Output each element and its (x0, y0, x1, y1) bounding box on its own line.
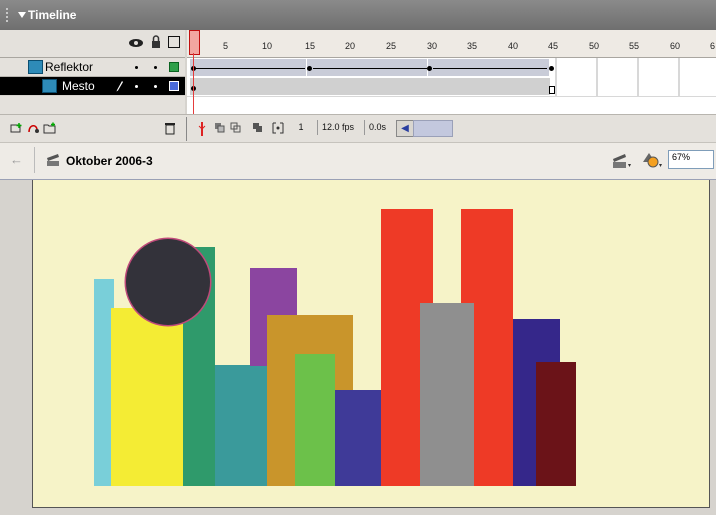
horizontal-scrollbar-thumb[interactable] (413, 120, 453, 137)
timeline-toolbar: 1 12.0 fps 0.0s ◀ (0, 114, 716, 143)
ruler-label: 30 (427, 41, 438, 51)
visibility-dot[interactable] (135, 66, 138, 69)
insert-folder-icon[interactable] (43, 122, 57, 134)
scroll-left-button[interactable]: ◀ (396, 120, 414, 137)
yellow-building[interactable] (111, 308, 183, 486)
outline-toggle-icon[interactable] (168, 36, 180, 48)
insert-layer-icon[interactable] (10, 122, 24, 134)
lime-building[interactable] (295, 354, 335, 486)
stage[interactable] (32, 180, 710, 508)
ruler-label: 20 (345, 41, 356, 51)
scene-icon (47, 154, 59, 166)
eye-icon[interactable] (128, 37, 144, 49)
panel-title: Timeline (28, 8, 77, 22)
divider (34, 147, 35, 173)
keyframe[interactable] (549, 66, 554, 71)
frame-divider (555, 58, 557, 96)
tween-arrow (195, 68, 305, 69)
maroon-building[interactable] (536, 362, 576, 486)
pencil-icon (116, 81, 123, 92)
layer-color-swatch[interactable] (169, 81, 179, 91)
ruler-label: 45 (548, 41, 559, 51)
frame-grid[interactable] (187, 58, 716, 114)
edit-scene-icon[interactable] (612, 152, 632, 170)
layer-icon (42, 79, 57, 93)
lock-dot[interactable] (154, 85, 157, 88)
ruler-label: 60 (670, 41, 681, 51)
current-frame: 1 (298, 122, 304, 132)
ruler-label: 40 (508, 41, 519, 51)
layer-name: Reflektor (45, 60, 94, 74)
lock-icon[interactable] (150, 35, 162, 49)
ruler-label: 50 (589, 41, 600, 51)
edit-multiple-frames-icon[interactable] (252, 122, 264, 134)
dark-circle[interactable] (126, 239, 210, 325)
tween-arrow (433, 68, 547, 69)
elapsed-time: 0.0s (364, 120, 395, 135)
frame-divider (637, 58, 639, 96)
ruler-label: 10 (262, 41, 273, 51)
playhead-line (193, 53, 194, 114)
center-frame-icon[interactable] (197, 121, 207, 137)
layer-row-mesto[interactable]: Mesto (0, 77, 185, 95)
visibility-dot[interactable] (135, 85, 138, 88)
edit-bar: ← Oktober 2006-3 67% (0, 142, 716, 181)
ruler-label: 15 (305, 41, 316, 51)
keyframe[interactable] (307, 66, 312, 71)
frame-ruler[interactable]: 1 5 10 15 20 25 30 35 40 45 50 55 60 6 (187, 30, 716, 58)
edit-symbols-icon[interactable] (641, 150, 663, 170)
ruler-label: 6 (710, 41, 716, 51)
divider (186, 117, 187, 141)
teal-building[interactable] (215, 365, 267, 486)
layer-color-swatch[interactable] (169, 62, 179, 72)
panel-grip[interactable] (6, 8, 12, 22)
frame-divider (678, 58, 680, 96)
ruler-label: 55 (629, 41, 640, 51)
layer-header (0, 30, 185, 58)
static-frames[interactable] (190, 78, 550, 95)
frame-divider (596, 58, 598, 96)
layer-list-empty-area (0, 96, 185, 114)
tween-arrow (313, 68, 427, 69)
gray-building[interactable] (420, 303, 474, 486)
layer-name: Mesto (62, 79, 95, 93)
collapse-arrow-icon[interactable] (18, 12, 26, 18)
onion-skin-outlines-icon[interactable] (230, 122, 242, 134)
ruler-label: 5 (223, 41, 229, 51)
timeline-panel-header[interactable]: Timeline (0, 0, 716, 30)
onion-skin-icon[interactable] (214, 122, 226, 134)
ruler-label: 25 (386, 41, 397, 51)
layer-row-reflektor[interactable]: Reflektor (0, 58, 185, 77)
playhead[interactable] (189, 30, 200, 55)
layer-icon (28, 60, 43, 74)
delete-layer-icon[interactable] (164, 121, 176, 135)
keyframe[interactable] (427, 66, 432, 71)
modify-onion-markers-icon[interactable] (272, 122, 284, 134)
scene-name[interactable]: Oktober 2006-3 (66, 154, 153, 168)
back-arrow-icon[interactable]: ← (10, 152, 23, 167)
lock-dot[interactable] (154, 66, 157, 69)
zoom-field[interactable]: 67% (668, 150, 714, 169)
add-motion-guide-icon[interactable] (27, 122, 41, 134)
frame-rate[interactable]: 12.0 fps (317, 120, 362, 135)
ruler-label: 35 (467, 41, 478, 51)
